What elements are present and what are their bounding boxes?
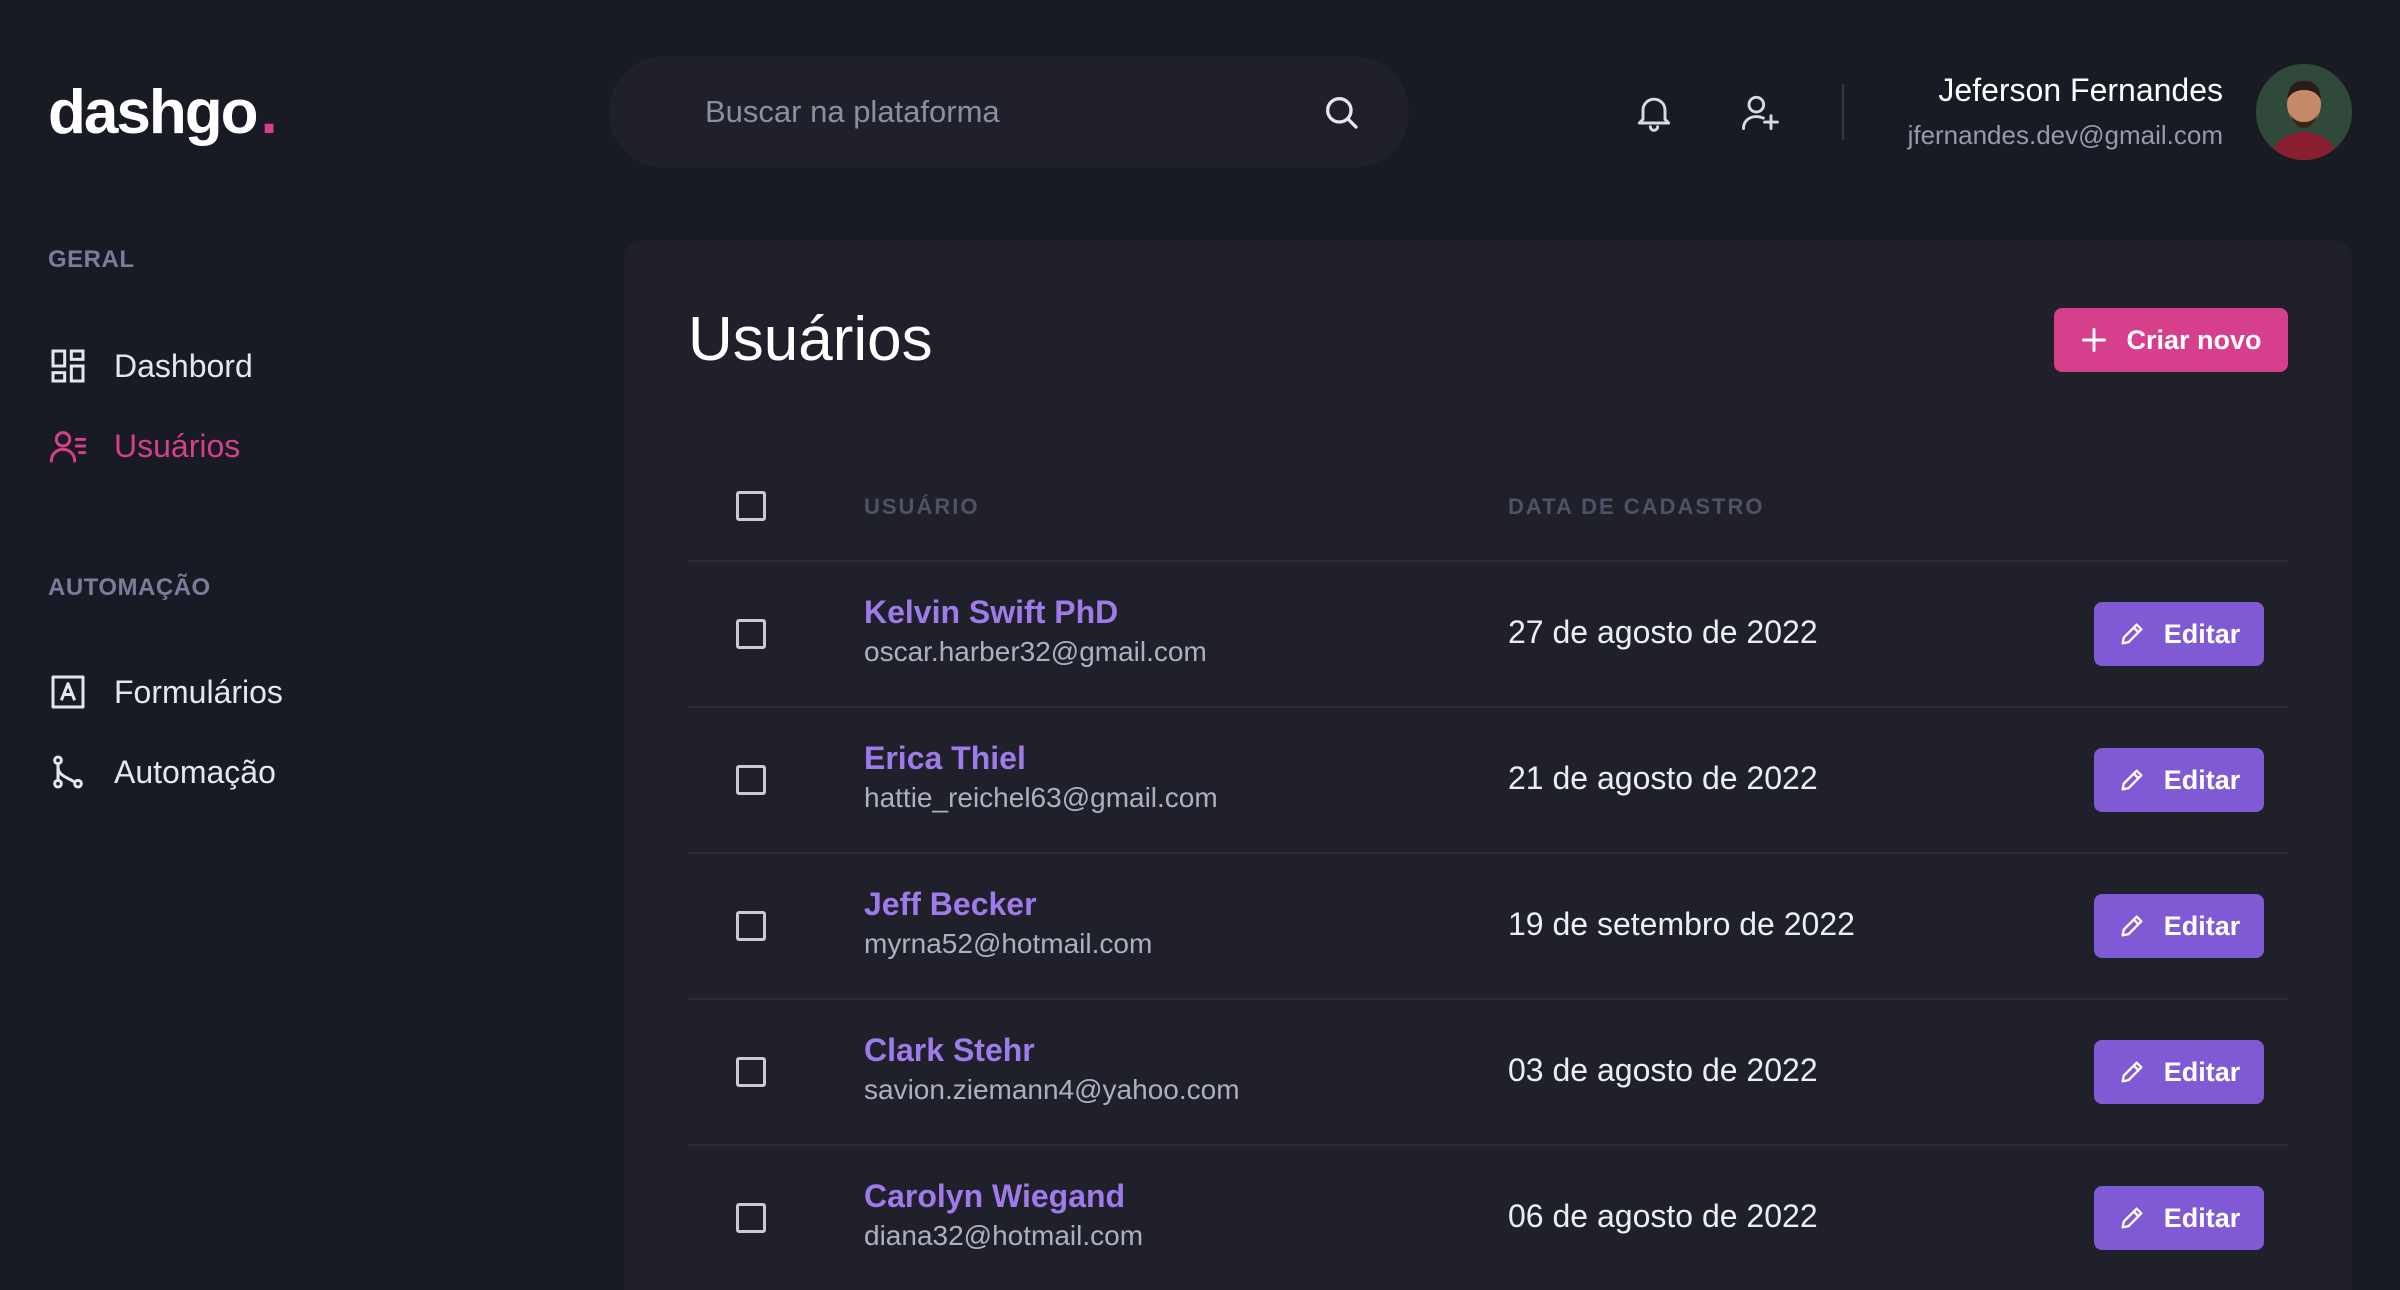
registration-date: 06 de agosto de 2022 <box>1508 1198 1818 1234</box>
edit-label: Editar <box>2163 618 2241 649</box>
page-title: Usuários <box>688 305 933 374</box>
edit-button[interactable]: Editar <box>2094 1040 2264 1104</box>
sidebar-item-label: Automação <box>114 753 276 790</box>
search-bar <box>609 56 1409 168</box>
row-checkbox[interactable] <box>736 765 766 795</box>
sidebar-item-label: Dashbord <box>114 347 253 384</box>
sidebar-item-usuarios[interactable]: Usuários <box>48 426 240 466</box>
create-new-button[interactable]: Criar novo <box>2054 308 2288 372</box>
table-row: Erica Thiel hattie_reichel63@gmail.com 2… <box>688 708 2288 854</box>
user-name[interactable]: Kelvin Swift PhD <box>864 594 1118 631</box>
user-email: myrna52@hotmail.com <box>864 928 1153 959</box>
table-row: Clark Stehr savion.ziemann4@yahoo.com 03… <box>688 1000 2288 1146</box>
sidebar-section-automacao: AUTOMAÇÃO <box>48 574 211 601</box>
edit-button[interactable]: Editar <box>2094 894 2264 958</box>
registration-date: 19 de setembro de 2022 <box>1508 906 1855 942</box>
row-checkbox[interactable] <box>736 911 766 941</box>
row-checkbox[interactable] <box>736 619 766 649</box>
column-header-usuario: USUÁRIO <box>864 494 980 519</box>
sidebar-item-label: Usuários <box>114 427 241 464</box>
sidebar-item-formularios[interactable]: Formulários <box>48 672 283 712</box>
app-root: dashgo. Jeferson Fernandes jfernandes.de… <box>0 0 2400 1290</box>
edit-label: Editar <box>2163 1056 2241 1087</box>
pencil-icon <box>2121 1061 2143 1083</box>
avatar-image <box>2256 64 2352 160</box>
sidebar-item-label: Formulários <box>114 673 283 710</box>
search-icon[interactable] <box>1321 92 1361 132</box>
profile-name: Jeferson Fernandes <box>1938 72 2223 108</box>
table-row: Jeff Becker myrna52@hotmail.com 19 de se… <box>688 854 2288 1000</box>
registration-date: 21 de agosto de 2022 <box>1508 760 1818 796</box>
sidebar-item-automacao[interactable]: Automação <box>48 752 276 792</box>
plus-icon <box>2082 328 2107 352</box>
edit-button[interactable]: Editar <box>2094 1186 2264 1250</box>
table-row: Kelvin Swift PhD oscar.harber32@gmail.co… <box>688 562 2288 708</box>
edit-button[interactable]: Editar <box>2094 748 2264 812</box>
search-input[interactable] <box>705 94 1321 130</box>
user-name[interactable]: Jeff Becker <box>864 886 1037 923</box>
user-email: diana32@hotmail.com <box>864 1220 1144 1251</box>
registration-date: 27 de agosto de 2022 <box>1508 614 1818 650</box>
users-table: USUÁRIO DATA DE CADASTRO Kelvin Swift Ph… <box>688 450 2288 1290</box>
pencil-icon <box>2121 1207 2143 1229</box>
user-email: oscar.harber32@gmail.com <box>864 636 1207 667</box>
user-email: hattie_reichel63@gmail.com <box>864 782 1218 813</box>
user-name[interactable]: Erica Thiel <box>864 740 1026 777</box>
user-name[interactable]: Carolyn Wiegand <box>864 1178 1125 1215</box>
sidebar-section-geral: GERAL <box>48 246 135 273</box>
edit-label: Editar <box>2163 1202 2241 1233</box>
table-header: USUÁRIO DATA DE CADASTRO <box>688 450 2288 562</box>
edit-button[interactable]: Editar <box>2094 602 2264 666</box>
users-card: Usuários Criar novo USUÁRIO DATA DE CADA… <box>624 240 2352 1290</box>
select-all-checkbox[interactable] <box>736 491 766 521</box>
avatar[interactable] <box>2256 64 2352 160</box>
header-divider <box>1842 84 1844 140</box>
create-new-label: Criar novo <box>2126 324 2262 355</box>
row-checkbox[interactable] <box>736 1203 766 1233</box>
column-header-data-cadastro: DATA DE CADASTRO <box>1508 494 1765 519</box>
user-email: savion.ziemann4@yahoo.com <box>864 1074 1240 1105</box>
row-checkbox[interactable] <box>736 1057 766 1087</box>
logo-dot: . <box>260 78 277 147</box>
registration-date: 03 de agosto de 2022 <box>1508 1052 1818 1088</box>
edit-label: Editar <box>2163 764 2241 795</box>
sidebar-item-dashboard[interactable]: Dashbord <box>48 346 253 386</box>
logo[interactable]: dashgo. <box>48 78 278 148</box>
pencil-icon <box>2121 915 2143 937</box>
users-icon <box>49 431 87 463</box>
git-branch-icon <box>53 755 83 789</box>
user-name[interactable]: Clark Stehr <box>864 1032 1035 1069</box>
form-icon <box>51 675 85 709</box>
edit-label: Editar <box>2163 910 2241 941</box>
table-row: Carolyn Wiegand diana32@hotmail.com 06 d… <box>688 1146 2288 1290</box>
pencil-icon <box>2121 623 2143 645</box>
pencil-icon <box>2121 769 2143 791</box>
logo-text: dashgo <box>48 78 258 147</box>
add-user-icon[interactable] <box>1738 90 1782 134</box>
profile-email: jfernandes.dev@gmail.com <box>1907 120 2223 150</box>
bell-icon[interactable] <box>1632 90 1676 134</box>
dashboard-icon <box>51 349 85 383</box>
